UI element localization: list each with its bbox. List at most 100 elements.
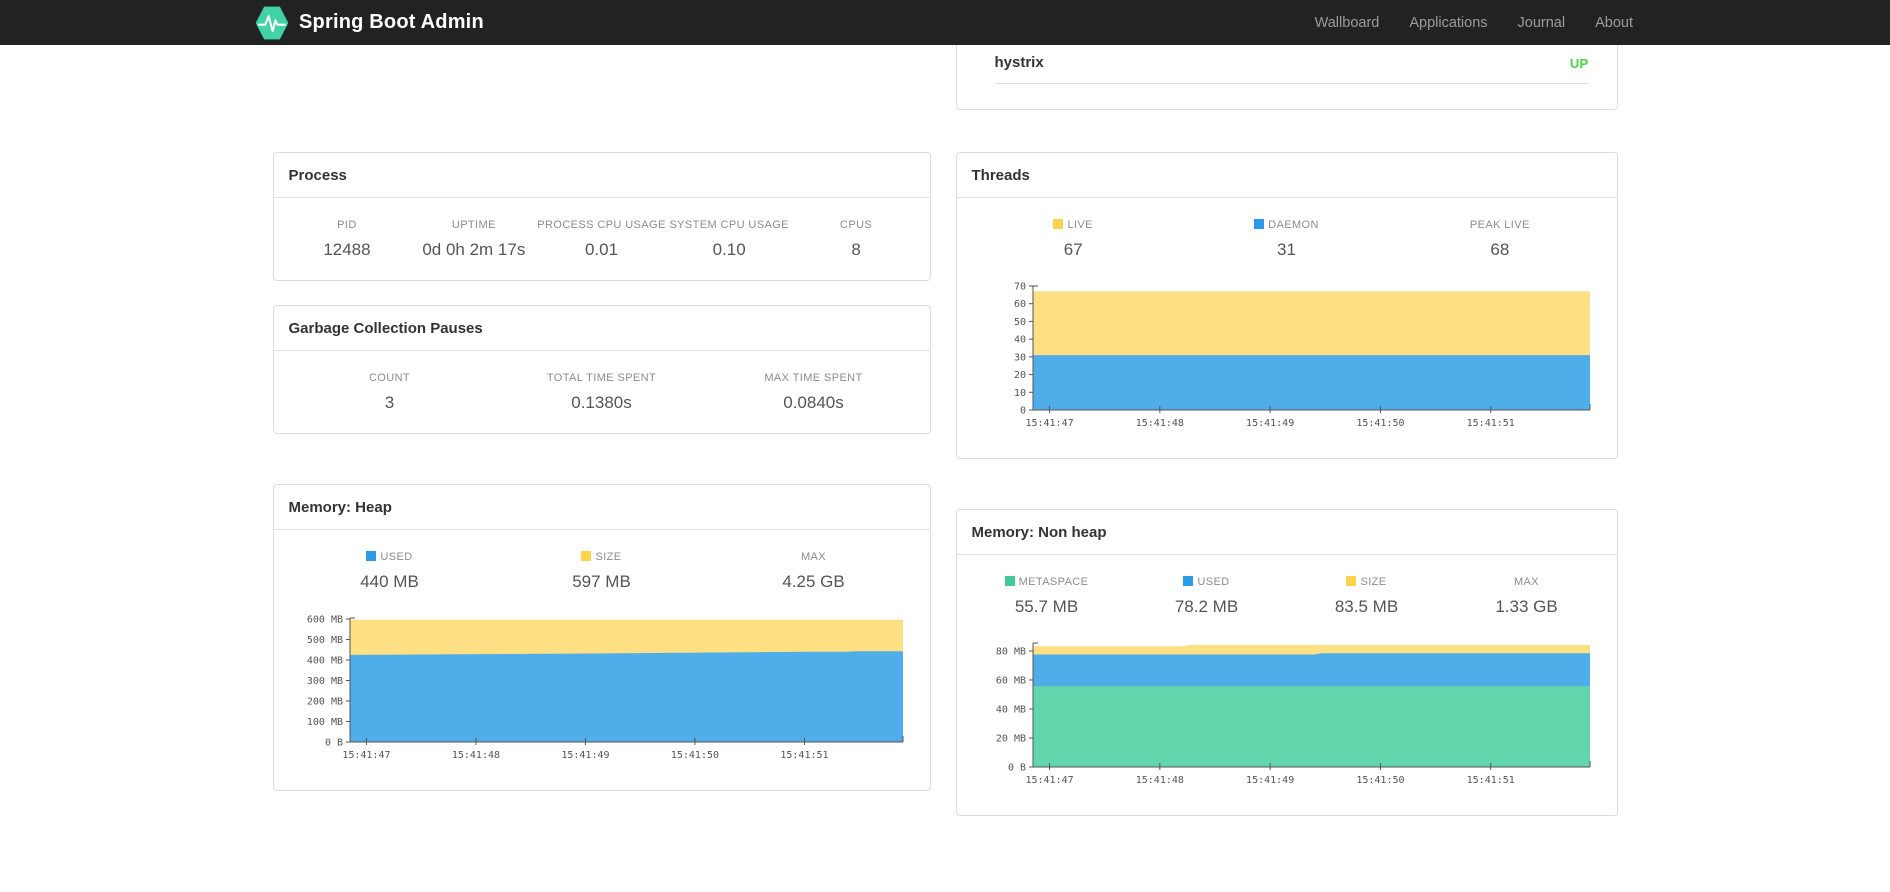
- stat-value: 31: [1277, 240, 1296, 259]
- svg-text:15:41:50: 15:41:50: [1356, 418, 1404, 429]
- legend-swatch-used: [1183, 576, 1194, 586]
- svg-text:15:41:50: 15:41:50: [670, 750, 718, 761]
- process-card: Process PID 12488 UPTIME 0d 0h 2m 17s PR…: [272, 152, 931, 281]
- svg-text:15:41:47: 15:41:47: [1025, 418, 1073, 429]
- stat-value: 1.33 GB: [1495, 597, 1558, 616]
- svg-text:70: 70: [1013, 282, 1025, 293]
- heap-card-title: Memory: Heap: [273, 485, 930, 530]
- svg-text:30: 30: [1013, 352, 1025, 363]
- stat-heap-used: USED 440 MB: [284, 551, 496, 592]
- svg-text:15:41:49: 15:41:49: [561, 750, 609, 761]
- stat-value: 0d 0h 2m 17s: [422, 240, 526, 259]
- stat-gc-total-time: TOTAL TIME SPENT 0.1380s: [496, 372, 708, 413]
- stat-value: 0.1380s: [571, 393, 632, 412]
- stat-value: 0.01: [584, 240, 619, 259]
- svg-text:0 B: 0 B: [1007, 763, 1025, 774]
- svg-text:15:41:48: 15:41:48: [1135, 775, 1183, 786]
- stat-value: 8: [851, 240, 861, 259]
- nav-item-journal[interactable]: Journal: [1503, 15, 1581, 31]
- threads-card: Threads LIVE 67 DAEMON 31 PEAK LIVE 68 0…: [955, 152, 1618, 459]
- stat-gc-count: COUNT 3: [284, 372, 496, 413]
- svg-text:60: 60: [1013, 299, 1025, 310]
- nav-item-about[interactable]: About: [1580, 15, 1635, 31]
- threads-chart: 0 10 20 30 40 50 60 70 15:41:47 15:41:48 15:41:49 1…: [979, 282, 1591, 434]
- svg-text:200 MB: 200 MB: [306, 697, 342, 708]
- stat-nonheap-size: SIZE 83.5 MB: [1287, 576, 1447, 617]
- stat-threads-daemon: DAEMON 31: [1180, 219, 1393, 260]
- memory-nonheap-chart: 0 B 20 MB 40 MB 60 MB 80 MB 15:41:47 15:41:48 1…: [979, 639, 1591, 791]
- application-status-row[interactable]: hystrix UP: [994, 45, 1589, 84]
- process-stats: PID 12488 UPTIME 0d 0h 2m 17s PROCESS CP…: [274, 198, 930, 280]
- stat-nonheap-metaspace: METASPACE 55.7 MB: [967, 576, 1127, 617]
- brand-home-link[interactable]: Spring Boot Admin: [255, 6, 484, 40]
- memory-heap-chart: 0 B 100 MB 200 MB 300 MB 400 MB 500 MB 600 MB 1…: [296, 614, 904, 766]
- svg-text:600 MB: 600 MB: [306, 615, 342, 626]
- stat-heap-size: SIZE 597 MB: [496, 551, 708, 592]
- gc-stats: COUNT 3 TOTAL TIME SPENT 0.1380s MAX TIM…: [274, 351, 930, 433]
- svg-text:60 MB: 60 MB: [995, 675, 1025, 686]
- stat-pid: PID 12488: [284, 219, 411, 260]
- stat-value: 78.2 MB: [1174, 597, 1239, 616]
- threads-card-title: Threads: [956, 153, 1617, 198]
- heap-stats: USED 440 MB SIZE 597 MB MAX 4.25 GB: [274, 530, 930, 612]
- svg-text:0 B: 0 B: [324, 738, 342, 749]
- legend-swatch-used: [366, 551, 377, 561]
- left-column: Process PID 12488 UPTIME 0d 0h 2m 17s PR…: [272, 45, 931, 816]
- stat-value: 440 MB: [360, 572, 419, 591]
- svg-text:10: 10: [1013, 388, 1025, 399]
- nonheap-card-title: Memory: Non heap: [956, 510, 1617, 555]
- svg-text:15:41:51: 15:41:51: [1466, 775, 1514, 786]
- stat-heap-max: MAX 4.25 GB: [708, 551, 920, 592]
- svg-text:15:41:51: 15:41:51: [780, 750, 828, 761]
- stat-value: 0.10: [712, 240, 746, 259]
- stat-nonheap-max: MAX 1.33 GB: [1447, 576, 1607, 617]
- stat-value: 12488: [323, 240, 371, 259]
- stat-gc-max-time: MAX TIME SPENT 0.0840s: [708, 372, 920, 413]
- process-card-title: Process: [273, 153, 930, 198]
- svg-text:20: 20: [1013, 370, 1025, 381]
- nav-links: Wallboard Applications Journal About: [1300, 15, 1635, 31]
- status-badge: UP: [1569, 56, 1589, 71]
- nonheap-stats: METASPACE 55.7 MB USED 78.2 MB SIZE 83.5…: [957, 555, 1617, 637]
- legend-swatch-metaspace: [1004, 576, 1015, 586]
- legend-swatch-size: [1346, 576, 1357, 586]
- stat-value: 4.25 GB: [782, 572, 845, 591]
- stat-uptime: UPTIME 0d 0h 2m 17s: [410, 219, 537, 260]
- stat-value: 55.7 MB: [1014, 597, 1079, 616]
- gc-card-title: Garbage Collection Pauses: [273, 306, 930, 351]
- svg-text:300 MB: 300 MB: [306, 676, 342, 687]
- spring-boot-admin-logo-icon: [255, 6, 289, 39]
- svg-text:500 MB: 500 MB: [306, 635, 342, 646]
- svg-text:15:41:47: 15:41:47: [342, 750, 390, 761]
- svg-text:400 MB: 400 MB: [306, 656, 342, 667]
- stat-system-cpu-usage: SYSTEM CPU USAGE 0.10: [666, 219, 793, 260]
- memory-nonheap-card: Memory: Non heap METASPACE 55.7 MB USED …: [955, 509, 1618, 816]
- svg-text:15:41:49: 15:41:49: [1246, 418, 1294, 429]
- nav-item-wallboard[interactable]: Wallboard: [1300, 15, 1395, 31]
- svg-text:15:41:50: 15:41:50: [1356, 775, 1404, 786]
- memory-heap-card: Memory: Heap USED 440 MB SIZE 597 MB MAX…: [272, 484, 931, 791]
- svg-text:100 MB: 100 MB: [306, 717, 342, 728]
- navbar: Spring Boot Admin Wallboard Applications…: [0, 0, 1890, 45]
- svg-text:15:41:49: 15:41:49: [1246, 775, 1294, 786]
- nav-item-applications[interactable]: Applications: [1394, 15, 1502, 31]
- right-column: hystrix UP Threads LIVE 67 DAEMON 31 PEA…: [955, 45, 1618, 816]
- svg-text:15:41:47: 15:41:47: [1025, 775, 1073, 786]
- svg-text:20 MB: 20 MB: [995, 733, 1025, 744]
- svg-text:15:41:48: 15:41:48: [1135, 418, 1183, 429]
- stat-process-cpu-usage: PROCESS CPU USAGE 0.01: [537, 219, 666, 259]
- stat-value: 3: [384, 393, 395, 412]
- stat-nonheap-used: USED 78.2 MB: [1127, 576, 1287, 617]
- legend-swatch-daemon: [1254, 219, 1265, 229]
- svg-text:50: 50: [1013, 317, 1025, 328]
- stat-threads-live: LIVE 67: [967, 219, 1180, 260]
- stat-cpus: CPUS 8: [793, 219, 920, 260]
- application-status-card: hystrix UP: [955, 45, 1618, 110]
- threads-stats: LIVE 67 DAEMON 31 PEAK LIVE 68: [957, 198, 1617, 280]
- main-content: Process PID 12488 UPTIME 0d 0h 2m 17s PR…: [272, 45, 1618, 816]
- svg-text:40 MB: 40 MB: [995, 704, 1025, 715]
- svg-text:80 MB: 80 MB: [995, 646, 1025, 657]
- stat-value: 597 MB: [572, 572, 631, 591]
- stat-value: 68: [1490, 240, 1510, 259]
- brand-title: Spring Boot Admin: [299, 11, 484, 33]
